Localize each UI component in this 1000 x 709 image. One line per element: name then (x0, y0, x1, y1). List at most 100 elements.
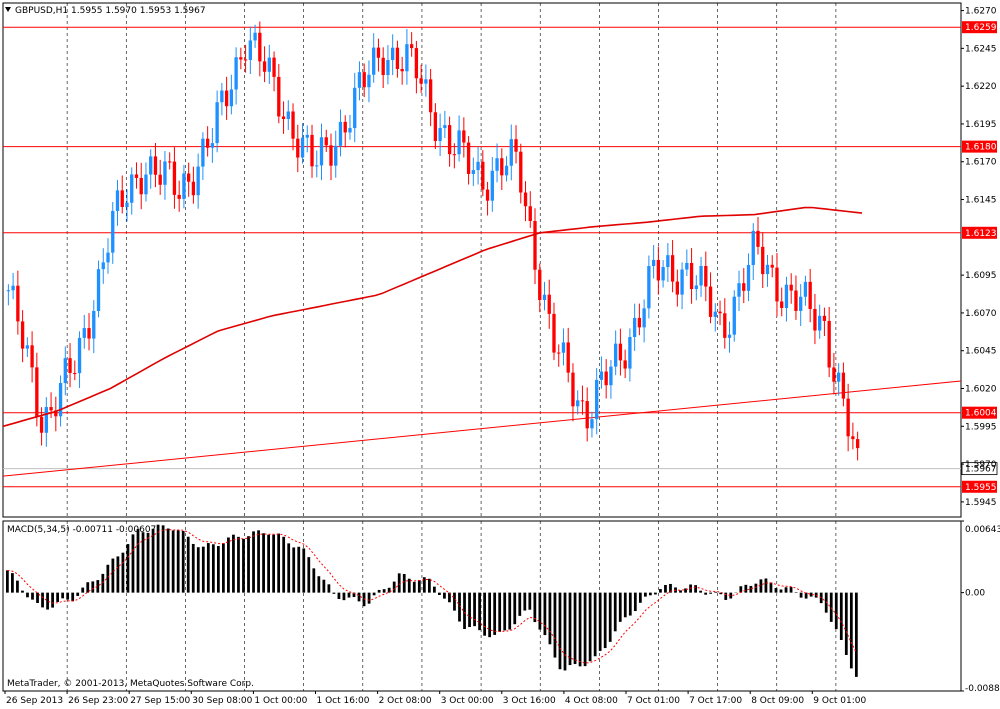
macd-bar (618, 592, 622, 622)
macd-bar (433, 586, 436, 593)
macd-bar (26, 592, 29, 598)
candle-body (803, 281, 808, 297)
candle-body (599, 371, 604, 380)
macd-bar (518, 592, 522, 616)
y-tick-label: 1.6270 (965, 7, 997, 17)
candle-body (168, 161, 172, 163)
candle-body (44, 407, 48, 433)
macd-bar (161, 525, 165, 593)
macd-bar (156, 524, 160, 593)
candle-body (761, 246, 765, 275)
x-tick-label: 7 Oct 01:00 (627, 696, 680, 706)
macd-bar (578, 592, 582, 667)
candle-body (353, 87, 357, 129)
macd-bar (659, 589, 662, 593)
macd-bar (171, 530, 175, 593)
candle-body (134, 174, 139, 178)
candle-body (248, 40, 252, 60)
candle-body (609, 366, 613, 386)
macd-histogram (6, 524, 858, 677)
candle-body (656, 259, 661, 281)
macd-bar (312, 568, 316, 593)
macd-bar (643, 592, 647, 597)
panel-menu-icon[interactable] (5, 7, 11, 12)
candle-body (737, 283, 741, 297)
candle-body (846, 398, 850, 437)
macd-bar (181, 531, 185, 593)
candle-body (348, 128, 352, 133)
candle-body (765, 264, 770, 275)
candle-body (149, 156, 153, 175)
macd-bar (744, 584, 748, 593)
macd-bar (327, 584, 331, 593)
candle-body (367, 74, 371, 88)
macd-bar (478, 592, 481, 631)
macd-bar (126, 544, 130, 593)
macd-bar (694, 585, 697, 593)
candle-body (495, 158, 499, 171)
macd-bar (272, 534, 276, 593)
candle-body (704, 266, 708, 287)
trendline[interactable] (2, 380, 962, 477)
candle-body (130, 174, 134, 203)
candle-body (789, 284, 793, 291)
price-axis: 1.6270 1.6245 1.6220 1.6195 1.6170 1.6145 1.60… (961, 7, 997, 508)
macd-bar (227, 537, 230, 593)
candle-body (395, 47, 400, 69)
candle-body (205, 138, 210, 148)
macd-bar (664, 585, 667, 593)
candle-body (557, 352, 561, 354)
macd-bar (498, 592, 502, 632)
candle-body (400, 68, 404, 72)
candle-body (855, 439, 860, 449)
candle-body (457, 130, 461, 155)
macd-bar (191, 543, 195, 593)
candle-body (414, 48, 419, 79)
price-grid (66, 3, 837, 517)
candle-body (670, 255, 675, 282)
candle-body (595, 379, 599, 420)
candle-body (694, 285, 698, 290)
candle-body (220, 90, 224, 103)
candle-body (239, 57, 243, 60)
macd-tick-label: 0.00643 (965, 525, 1000, 535)
level-price-label: 1.5955 (965, 483, 997, 493)
trendline[interactable] (2, 380, 962, 477)
candle-body (187, 173, 191, 182)
candle-body (324, 137, 328, 146)
candle-body (832, 367, 836, 382)
candle-body (125, 202, 129, 207)
macd-bar (709, 592, 713, 594)
candle-body (25, 345, 30, 349)
macd-bar (503, 592, 507, 631)
candle-body (77, 337, 82, 374)
x-tick-label: 1 Oct 00:00 (254, 696, 307, 706)
macd-bar (317, 576, 321, 593)
candle-body (153, 156, 158, 175)
chart-title: GBPUSD,H1 1.5955 1.5970 1.5953 1.5967 (15, 6, 206, 16)
macd-bar (402, 574, 406, 593)
macd-bar (799, 592, 803, 598)
candle-body (718, 311, 722, 314)
macd-bar (337, 592, 341, 600)
candle-body (262, 61, 267, 72)
candle-body (504, 165, 509, 176)
macd-bar (76, 592, 80, 596)
candle-body (372, 47, 376, 75)
candle-body (533, 220, 537, 270)
candle-body (746, 264, 751, 291)
macd-bar (789, 587, 793, 593)
macd-bar (438, 592, 441, 595)
candle-body (680, 269, 684, 295)
candle-body (462, 130, 466, 143)
candle-body (419, 78, 423, 84)
macd-bar (297, 546, 301, 593)
candle-body (727, 334, 732, 338)
macd-bar (252, 531, 255, 593)
candle-body (68, 358, 72, 373)
candle-body (305, 134, 309, 138)
macd-bar (654, 592, 657, 595)
macd-bar (784, 587, 788, 593)
candle-body (685, 262, 689, 270)
x-tick-label: 4 Oct 08:00 (565, 696, 618, 706)
